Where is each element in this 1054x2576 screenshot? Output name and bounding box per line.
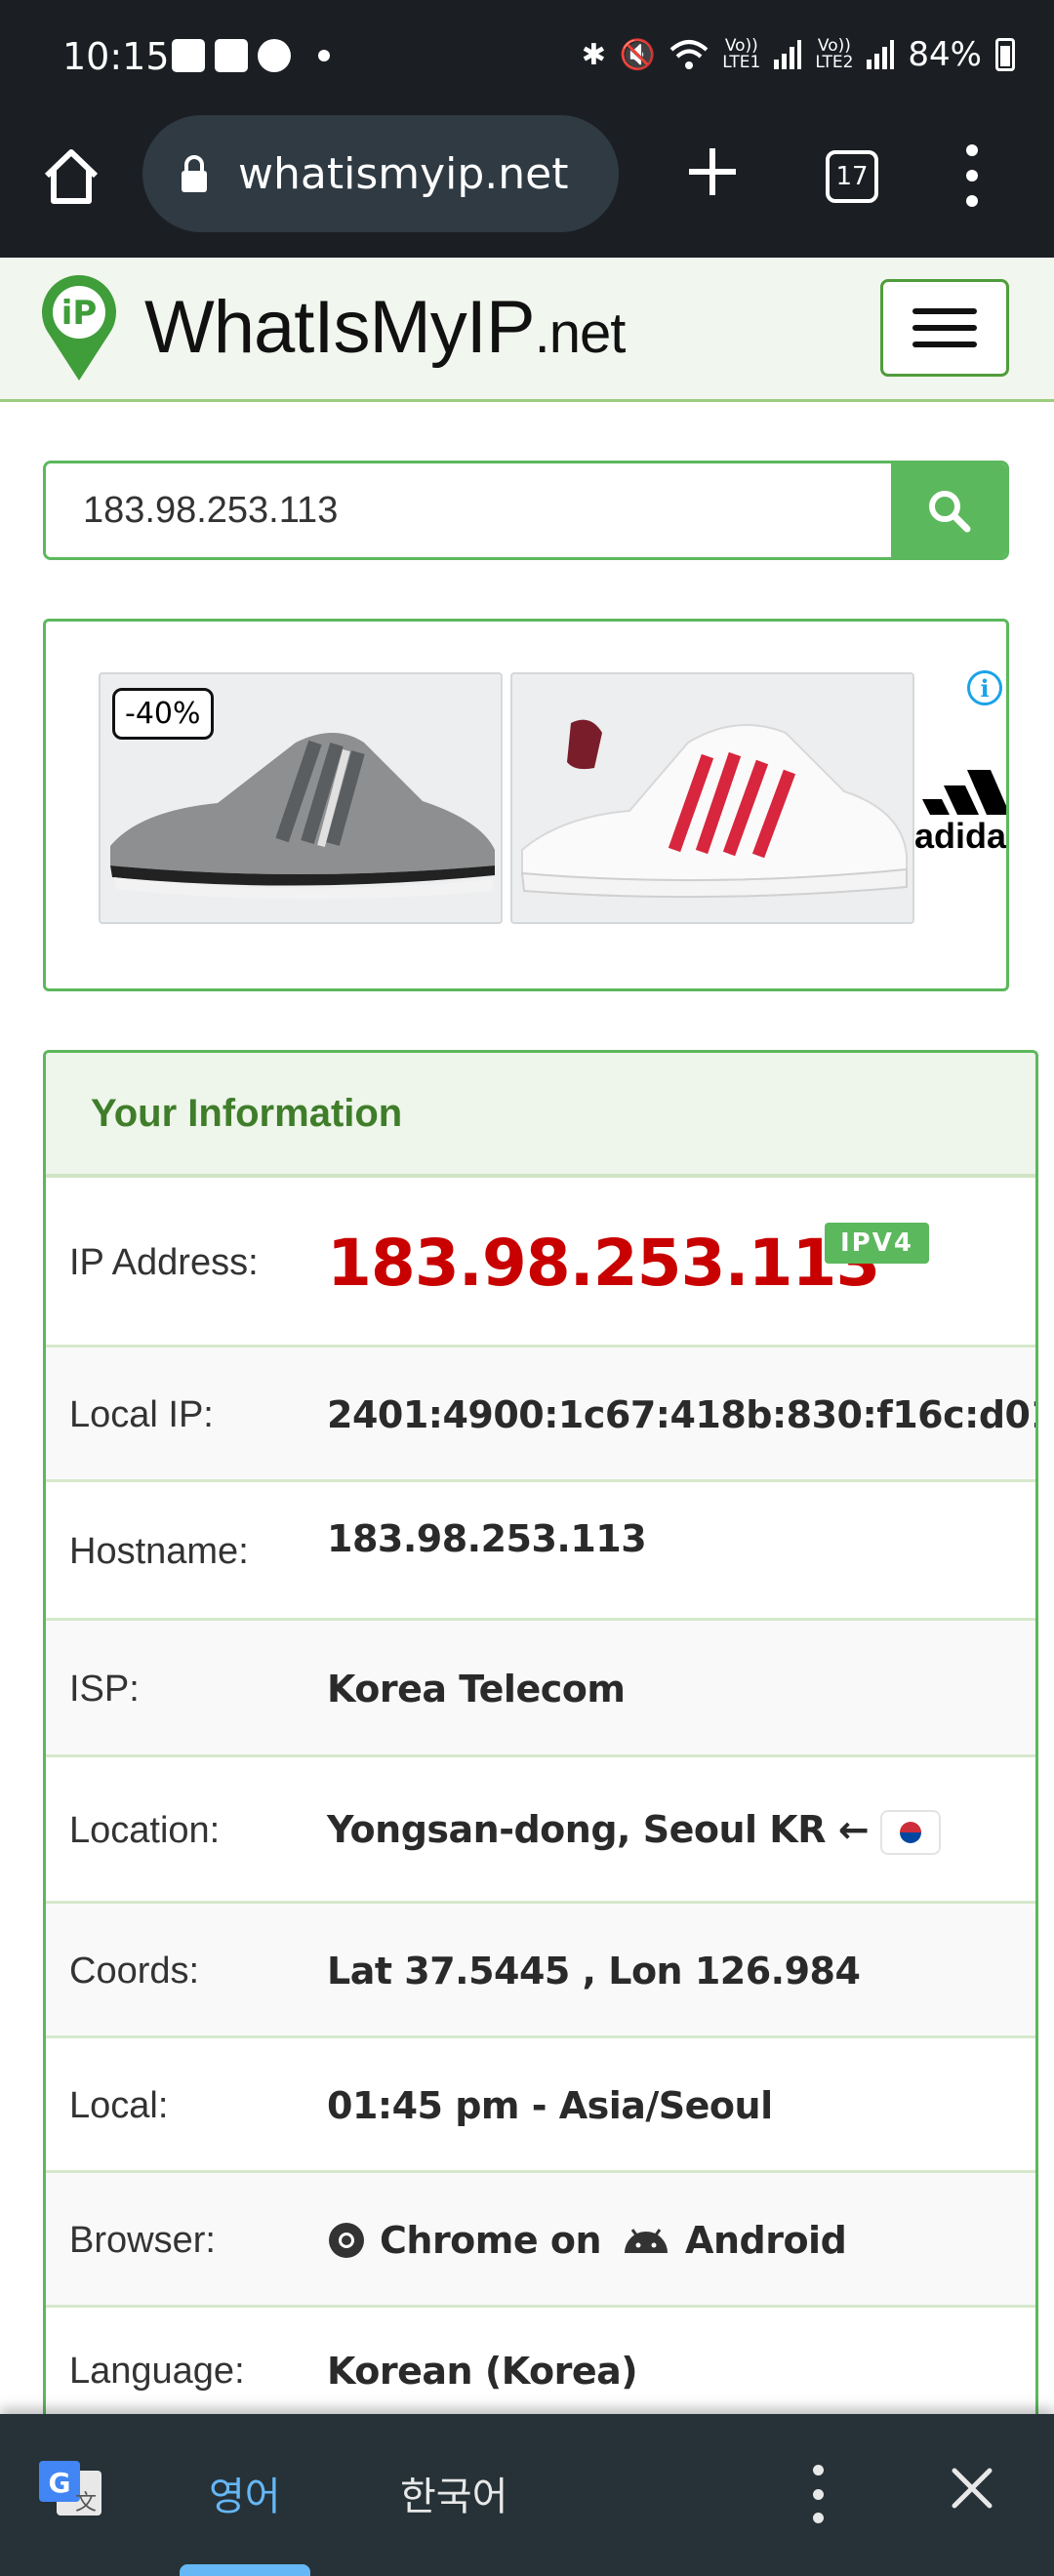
ip-address-label: IP Address: bbox=[69, 1241, 259, 1283]
lte1-indicator: Vo)) LTE1 bbox=[722, 36, 761, 72]
lock-icon bbox=[182, 155, 207, 192]
isp-value: Korea Telecom bbox=[327, 1668, 626, 1711]
ad-product-2[interactable] bbox=[510, 672, 914, 924]
ip-search-input[interactable] bbox=[46, 463, 891, 557]
south-korea-flag-icon bbox=[882, 1811, 940, 1853]
isp-row: ISP: Korea Telecom bbox=[46, 1621, 1035, 1757]
local-time-row: Local: 01:45 pm - Asia/Seoul bbox=[46, 2038, 1035, 2173]
isp-label: ISP: bbox=[69, 1668, 140, 1710]
site-menu-button[interactable] bbox=[880, 279, 1009, 377]
coords-value: Lat 37.5445 , Lon 126.984 bbox=[327, 1950, 861, 1992]
hostname-row: Hostname: 183.98.253.113 bbox=[46, 1482, 1035, 1621]
site-logo[interactable]: WhatIsMyIP.net bbox=[144, 285, 626, 370]
signal-icon-1 bbox=[774, 40, 802, 69]
bluetooth-icon: ✱ bbox=[581, 37, 606, 72]
battery-icon bbox=[995, 38, 1015, 71]
svg-text:文: 文 bbox=[75, 2491, 97, 2516]
location-value: Yongsan-dong, Seoul KR ← bbox=[327, 1808, 940, 1853]
hostname-label: Hostname: bbox=[69, 1531, 249, 1572]
chrome-icon bbox=[329, 2223, 364, 2258]
ip-search-form bbox=[43, 461, 1009, 560]
search-icon bbox=[929, 491, 971, 533]
notification-icons bbox=[172, 39, 330, 72]
battery-percent: 84% bbox=[908, 35, 982, 74]
location-label: Location: bbox=[69, 1809, 221, 1851]
android-icon bbox=[625, 2229, 669, 2253]
signal-icon-2 bbox=[867, 40, 895, 69]
browser-toolbar: whatismyip.net 17 bbox=[0, 115, 1054, 258]
local-time-value: 01:45 pm - Asia/Seoul bbox=[327, 2084, 773, 2127]
logo-pin-letters: iP bbox=[61, 294, 98, 333]
mute-icon: 🔇 bbox=[619, 37, 657, 72]
translate-options-icon[interactable] bbox=[810, 2465, 826, 2523]
gallery-notification-icon bbox=[172, 39, 205, 72]
page: 10:15 ✱ 🔇 Vo)) LTE1 Vo)) LTE2 84% whatis… bbox=[0, 0, 1054, 2576]
browser-value: Chrome on Android bbox=[327, 2219, 847, 2262]
brand-logo-text: adidas bbox=[914, 816, 1009, 856]
site-header: iP WhatIsMyIP.net bbox=[0, 258, 1054, 402]
panel-heading: Your Information bbox=[46, 1053, 1035, 1178]
translate-bar: G 文 영어 한국어 bbox=[0, 2414, 1054, 2576]
status-time: 10:15 bbox=[62, 35, 170, 78]
info-table: IP Address: 183.98.253.113 IPV4 Local IP… bbox=[46, 1178, 1035, 2435]
app-notification-icon bbox=[215, 39, 248, 72]
hostname-value: 183.98.253.113 bbox=[327, 1517, 647, 1560]
new-tab-icon[interactable] bbox=[683, 142, 742, 201]
close-icon[interactable] bbox=[947, 2463, 997, 2514]
lte2-indicator: Vo)) LTE2 bbox=[815, 36, 854, 72]
coords-label: Coords: bbox=[69, 1950, 200, 1992]
discount-badge: -40% bbox=[112, 688, 214, 740]
ad-product-1[interactable]: -40% bbox=[99, 672, 503, 924]
home-icon[interactable] bbox=[37, 142, 105, 211]
white-red-sneaker-image bbox=[520, 719, 908, 899]
browser-row: Browser: Chrome on Android bbox=[46, 2173, 1035, 2308]
tab-switcher-button[interactable]: 17 bbox=[826, 150, 878, 203]
logo-pin-icon[interactable]: iP bbox=[39, 273, 119, 382]
ip-address-row: IP Address: 183.98.253.113 IPV4 bbox=[46, 1178, 1035, 1348]
local-ip-row: Local IP: 2401:4900:1c67:418b:830:f16c:d… bbox=[46, 1348, 1035, 1482]
browser-label: Browser: bbox=[69, 2219, 216, 2261]
ip-version-badge: IPV4 bbox=[825, 1223, 929, 1264]
location-row: Location: Yongsan-dong, Seoul KR ← bbox=[46, 1757, 1035, 1904]
local-ip-value: 2401:4900:1c67:418b:830:f16c:d01c: bbox=[327, 1393, 1038, 1436]
local-ip-label: Local IP: bbox=[69, 1393, 214, 1435]
language-value: Korean (Korea) bbox=[327, 2350, 638, 2393]
wifi-icon bbox=[669, 40, 709, 69]
target-language-tab[interactable]: 한국어 bbox=[400, 2465, 507, 2521]
alert-notification-icon bbox=[258, 39, 291, 72]
more-notifications-dot-icon bbox=[318, 50, 330, 61]
system-status-icons: ✱ 🔇 Vo)) LTE1 Vo)) LTE2 84% bbox=[582, 35, 1015, 74]
ad-banner[interactable]: -40% i adidas bbox=[43, 619, 1009, 991]
ad-info-icon[interactable]: i bbox=[967, 670, 1002, 705]
active-tab-indicator bbox=[180, 2564, 310, 2576]
local-time-label: Local: bbox=[69, 2084, 169, 2126]
adidas-logo-icon: adidas bbox=[914, 770, 1009, 856]
ip-address-value[interactable]: 183.98.253.113 bbox=[327, 1226, 880, 1301]
search-button[interactable] bbox=[891, 463, 1006, 557]
url-text: whatismyip.net bbox=[238, 148, 569, 199]
your-information-panel: Your Information IP Address: 183.98.253.… bbox=[43, 1050, 1038, 2576]
address-bar[interactable]: whatismyip.net bbox=[142, 115, 619, 232]
browser-menu-icon[interactable] bbox=[960, 144, 984, 207]
coords-row: Coords: Lat 37.5445 , Lon 126.984 bbox=[46, 1904, 1035, 2038]
status-bar: 10:15 ✱ 🔇 Vo)) LTE1 Vo)) LTE2 84% bbox=[0, 0, 1054, 115]
language-label: Language: bbox=[69, 2350, 245, 2392]
google-translate-icon[interactable]: G 文 bbox=[37, 2457, 103, 2523]
source-language-tab[interactable]: 영어 bbox=[209, 2465, 281, 2521]
svg-text:G: G bbox=[49, 2467, 71, 2499]
